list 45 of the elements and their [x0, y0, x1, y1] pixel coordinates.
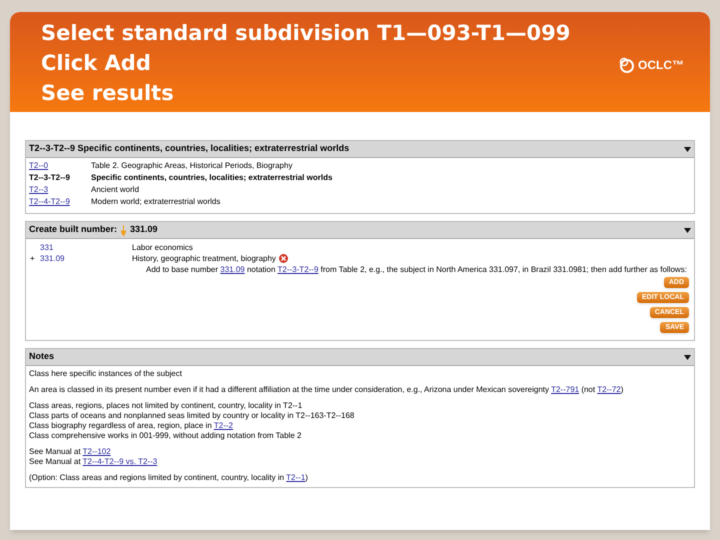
remove-icon[interactable] [278, 254, 288, 263]
class-number-link[interactable]: T2--3 [29, 184, 91, 196]
marker: + [29, 252, 36, 264]
slide-title-line: See results [41, 80, 175, 107]
slide-title-line: Click Add [41, 50, 152, 77]
note-text: Class comprehensive works in 001-999, without adding notation from Table 2 [29, 431, 302, 441]
note-text: Class areas, regions, places not limited by continent, country, locality in T2--1 [29, 401, 304, 411]
instruction-text: Add to base number 331.09 notation T2--3-T2--9 from Table 2, e.g., the subject in North America 331.097, in Brazil 331.0981; then add further as follows: [145, 264, 688, 275]
note-text: Class parts of oceans and nonplanned seas limited by country or locality in T2--163-T2--168 [29, 411, 356, 421]
class-number-link[interactable]: T2--4-T2--9 [29, 196, 91, 208]
class-number: T2--3-T2--9 [29, 172, 71, 184]
class-number-link[interactable]: 331 [40, 242, 132, 254]
link[interactable]: T2--2 [214, 421, 233, 430]
note-text: (Option: Class areas and regions limited by continent, country, locality in T2--1) [29, 473, 309, 483]
class-caption: Specific continents, countries, localities; extraterrestrial worlds [91, 172, 332, 184]
panel-title: T2--3-T2--9 Specific continents, countries, localities; extraterrestrial worlds [29, 142, 350, 156]
slide-title-line: Select standard subdivision T1—093-T1—099 [41, 20, 570, 47]
note-text: An area is classed in its present number even if it had a different affiliation at the time under consideration, e.g., Arizona under Mexican sovereignty T2--791 (not T2--72) [29, 385, 624, 395]
note-text: Class biography regardless of area, region, place in T2--2 [29, 421, 234, 431]
class-number-link[interactable]: T2--0 [29, 160, 91, 172]
dropdown-icon[interactable] [684, 146, 691, 152]
note-text: See Manual at T2--102 [29, 447, 112, 457]
link[interactable]: 331.09 [220, 265, 245, 274]
class-caption: Ancient world [91, 184, 140, 196]
class-caption: Labor economics [132, 242, 193, 254]
built-number: 331.09 [130, 223, 158, 236]
class-caption: History, geographic treatment, biography [132, 252, 276, 264]
class-caption: Modern world; extraterrestrial worlds [91, 196, 220, 208]
dropdown-icon[interactable] [684, 228, 691, 232]
link[interactable]: T2--3-T2--9 [278, 265, 318, 274]
link[interactable]: T2--72 [597, 385, 621, 394]
note-text: See Manual at T2--4-T2--9 vs. T2--3 [29, 457, 158, 467]
arrow-down-icon [121, 224, 126, 236]
panel-title: Create built number: [29, 223, 118, 236]
panel-title: Notes [29, 350, 54, 364]
link[interactable]: T2--1 [286, 473, 306, 482]
logo-icon [619, 56, 635, 74]
dropdown-icon[interactable] [684, 354, 691, 360]
class-number-link[interactable]: 331.09 [40, 252, 132, 264]
link[interactable]: T2--791 [551, 385, 580, 394]
class-caption: Table 2. Geographic Areas, Historical Periods, Biography [91, 160, 292, 172]
logo-text: OCLC™ [638, 57, 684, 74]
link[interactable]: T2--102 [82, 447, 111, 456]
link[interactable]: T2--4-T2--9 vs. T2--3 [82, 457, 158, 466]
note-text: Class here specific instances of the subject [29, 369, 183, 379]
